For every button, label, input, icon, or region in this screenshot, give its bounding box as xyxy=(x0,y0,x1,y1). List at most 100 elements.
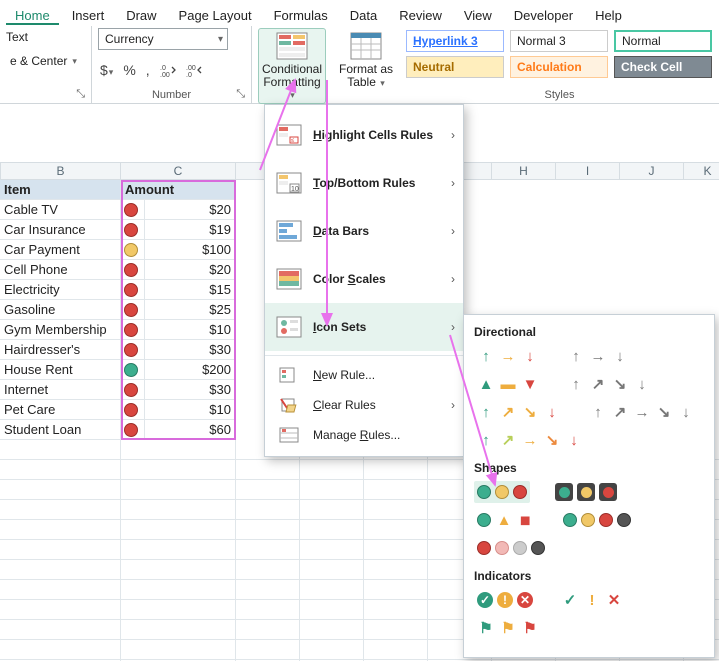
empty-cell[interactable] xyxy=(300,540,364,560)
cell-icon[interactable] xyxy=(121,300,145,320)
cell-icon[interactable] xyxy=(121,260,145,280)
iconset-3trafficlights-unrimmed[interactable] xyxy=(474,481,530,503)
cell-amount[interactable]: $30 xyxy=(145,340,236,360)
empty-cell[interactable] xyxy=(364,560,428,580)
column-header-J[interactable]: J xyxy=(620,162,684,180)
tab-help[interactable]: Help xyxy=(586,4,631,25)
dialog-launcher-icon[interactable]: ⤡ xyxy=(76,88,85,101)
cf-menu-icon-sets[interactable]: Icon Sets› xyxy=(265,303,463,351)
column-header-H[interactable]: H xyxy=(492,162,556,180)
cell-item[interactable]: Internet xyxy=(0,380,121,400)
cell-item[interactable]: Cell Phone xyxy=(0,260,121,280)
comma-format-button[interactable]: , xyxy=(146,62,150,78)
cell-style-normal3[interactable]: Normal 3 xyxy=(510,30,608,52)
cell-amount[interactable]: $100 xyxy=(145,240,236,260)
empty-cell[interactable] xyxy=(300,560,364,580)
empty-cell[interactable] xyxy=(236,580,300,600)
cell-style-normal[interactable]: Normal xyxy=(614,30,712,52)
empty-cell[interactable] xyxy=(0,500,121,520)
cell-icon[interactable] xyxy=(121,320,145,340)
empty-cell[interactable] xyxy=(0,540,121,560)
tab-draw[interactable]: Draw xyxy=(117,4,165,25)
empty-cell[interactable] xyxy=(364,540,428,560)
empty-cell[interactable] xyxy=(236,540,300,560)
cell-amount[interactable]: $19 xyxy=(145,220,236,240)
merge-center-button[interactable]: e & Center ▾ xyxy=(6,50,81,72)
cell-item[interactable]: Hairdresser's xyxy=(0,340,121,360)
iconset-redtoblack[interactable] xyxy=(474,537,548,559)
empty-cell[interactable] xyxy=(121,560,236,580)
cell-icon[interactable] xyxy=(121,200,145,220)
empty-cell[interactable] xyxy=(364,520,428,540)
empty-cell[interactable] xyxy=(364,460,428,480)
empty-cell[interactable] xyxy=(236,560,300,580)
empty-cell[interactable] xyxy=(121,540,236,560)
tab-view[interactable]: View xyxy=(455,4,501,25)
cell-style-hyperlink3[interactable]: Hyperlink 3 xyxy=(406,30,504,52)
empty-cell[interactable] xyxy=(121,580,236,600)
tab-developer[interactable]: Developer xyxy=(505,4,582,25)
empty-cell[interactable] xyxy=(121,640,236,660)
cf-menu-highlight-cells-rules[interactable]: ≤Highlight Cells Rules› xyxy=(265,111,463,159)
cell-amount[interactable]: $10 xyxy=(145,400,236,420)
empty-cell[interactable] xyxy=(300,460,364,480)
cell-icon[interactable] xyxy=(121,420,145,440)
dialog-launcher-icon[interactable]: ⤡ xyxy=(236,88,245,101)
iconset-3trafficlights-rimmed[interactable] xyxy=(552,481,620,503)
empty-cell[interactable] xyxy=(0,560,121,580)
empty-cell[interactable] xyxy=(0,520,121,540)
empty-cell[interactable] xyxy=(364,480,428,500)
percent-format-button[interactable]: % xyxy=(123,62,135,78)
cell-item[interactable]: Pet Care xyxy=(0,400,121,420)
empty-cell[interactable] xyxy=(236,460,300,480)
format-as-table-button[interactable]: Format as Table ▾ xyxy=(332,28,400,91)
column-header-K[interactable]: K xyxy=(684,162,719,180)
empty-cell[interactable] xyxy=(121,600,236,620)
empty-cell[interactable] xyxy=(364,600,428,620)
cell-item[interactable]: Student Loan xyxy=(0,420,121,440)
cf-menu-data-bars[interactable]: Data Bars› xyxy=(265,207,463,255)
cell-item[interactable]: Gasoline xyxy=(0,300,121,320)
cell-item[interactable]: Electricity xyxy=(0,280,121,300)
iconset-3triangles[interactable]: ▲▬▼ xyxy=(474,373,542,395)
iconset-3arrows-gray[interactable]: ↑→↓ xyxy=(564,345,632,367)
empty-cell[interactable] xyxy=(300,620,364,640)
empty-cell[interactable] xyxy=(236,480,300,500)
empty-cell[interactable] xyxy=(364,580,428,600)
increase-decimal-button[interactable]: .0.00 xyxy=(160,63,176,77)
empty-cell[interactable] xyxy=(0,440,121,460)
cell-icon[interactable] xyxy=(121,220,145,240)
empty-cell[interactable] xyxy=(0,600,121,620)
cell-item[interactable]: Car Payment xyxy=(0,240,121,260)
cell-item[interactable]: Gym Membership xyxy=(0,320,121,340)
empty-cell[interactable] xyxy=(0,620,121,640)
column-header-I[interactable]: I xyxy=(556,162,620,180)
cell-amount[interactable]: $20 xyxy=(145,200,236,220)
empty-cell[interactable] xyxy=(236,500,300,520)
empty-cell[interactable] xyxy=(121,440,236,460)
empty-cell[interactable] xyxy=(121,460,236,480)
cell-amount[interactable]: $20 xyxy=(145,260,236,280)
iconset-3symbols-uncircled[interactable]: ✓!✕ xyxy=(558,589,626,611)
tab-page-layout[interactable]: Page Layout xyxy=(170,4,261,25)
cf-menu-manage-rules[interactable]: Manage Rules... xyxy=(265,420,463,450)
header-item[interactable]: Item xyxy=(0,180,121,200)
cf-menu-clear-rules[interactable]: Clear Rules› xyxy=(265,390,463,420)
cell-style-neutral[interactable]: Neutral xyxy=(406,56,504,78)
empty-cell[interactable] xyxy=(300,580,364,600)
empty-cell[interactable] xyxy=(364,620,428,640)
empty-cell[interactable] xyxy=(300,600,364,620)
number-format-dropdown[interactable]: Currency▾ xyxy=(98,28,228,50)
empty-cell[interactable] xyxy=(300,520,364,540)
empty-cell[interactable] xyxy=(300,480,364,500)
cell-amount[interactable]: $10 xyxy=(145,320,236,340)
cell-icon[interactable] xyxy=(121,340,145,360)
empty-cell[interactable] xyxy=(121,500,236,520)
empty-cell[interactable] xyxy=(0,580,121,600)
iconset-4arrows-gray[interactable]: ↑↗↘↓ xyxy=(564,373,654,395)
empty-cell[interactable] xyxy=(300,640,364,660)
cell-style-calculation[interactable]: Calculation xyxy=(510,56,608,78)
cf-menu-new-rule[interactable]: New Rule... xyxy=(265,360,463,390)
empty-cell[interactable] xyxy=(236,640,300,660)
iconset-5arrows-colored[interactable]: ↑↗→↘↓ xyxy=(474,429,586,451)
